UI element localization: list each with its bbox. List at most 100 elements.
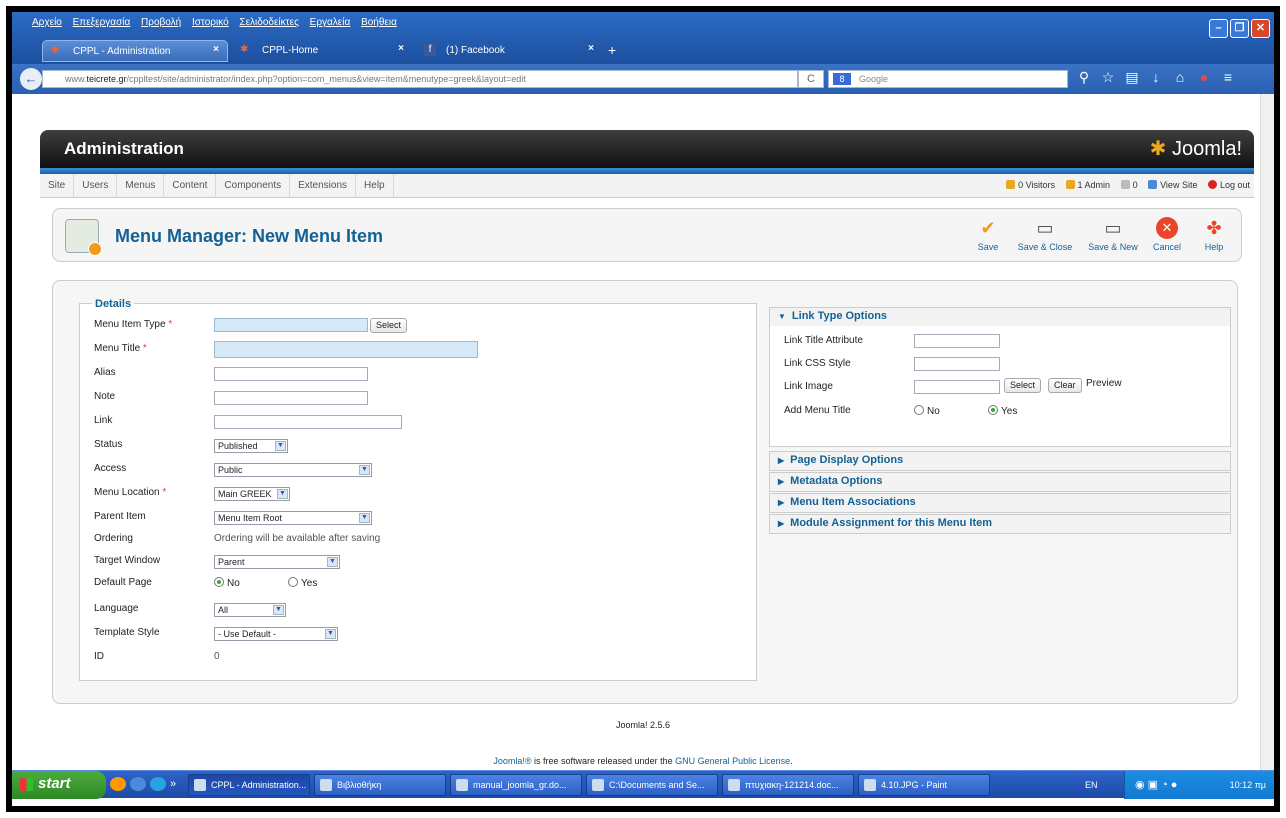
nav-menus[interactable]: Menus (117, 174, 165, 198)
messages-status[interactable]: 0 (1120, 180, 1138, 190)
help-button[interactable]: ✤ Help (1199, 217, 1229, 257)
menu-location-select[interactable]: Main GREEK ▼ (214, 487, 290, 501)
metadata-panel[interactable]: ▶ Metadata Options (769, 472, 1231, 492)
save-button[interactable]: ✔ Save (973, 217, 1003, 257)
search-icon[interactable]: ⚲ (1072, 69, 1096, 86)
tab-close-icon[interactable]: × (213, 44, 219, 55)
view-site-link[interactable]: View Site (1148, 180, 1197, 190)
add-menu-title-no-radio[interactable]: No (914, 405, 940, 417)
ie-icon[interactable] (130, 777, 146, 791)
link-css-style-field[interactable] (914, 357, 1000, 371)
google-icon: 8 (833, 73, 851, 85)
download-icon[interactable]: ↓ (1144, 69, 1168, 85)
taskbar-item-thesis[interactable]: πτυχιακη-121214.doc... (722, 774, 854, 796)
language-indicator[interactable]: EN (1085, 780, 1098, 790)
skype-icon[interactable] (150, 777, 166, 791)
url-field[interactable]: www.teicrete.gr/cppltest/site/administra… (42, 70, 798, 88)
save-new-button[interactable]: ▭ Save & New (1085, 217, 1141, 257)
home-icon[interactable]: ⌂ (1168, 69, 1192, 85)
module-assignment-panel[interactable]: ▶ Module Assignment for this Menu Item (769, 514, 1231, 534)
menu-item-type-select-button[interactable]: Select (370, 318, 408, 333)
taskbar-item-cppl[interactable]: CPPL - Administration... (188, 774, 310, 796)
new-tab-button[interactable]: + (602, 40, 626, 62)
facebook-icon: f (424, 44, 436, 56)
save-disk-icon: ▭ (1036, 218, 1054, 238)
link-title-attribute-field[interactable] (914, 334, 1000, 348)
language-select[interactable]: All ▼ (214, 603, 286, 617)
nav-users[interactable]: Users (74, 174, 118, 198)
menu-file[interactable]: Αρχείο (32, 17, 62, 28)
link-type-header[interactable]: ▼ Link Type Options (770, 308, 1230, 326)
status-select[interactable]: Published ▼ (214, 439, 288, 453)
adblock-icon[interactable]: ● (1192, 69, 1216, 85)
menu-help[interactable]: Βοήθεια (361, 17, 397, 28)
nav-components[interactable]: Components (216, 174, 291, 198)
link-image-select-button[interactable]: Select (1004, 378, 1042, 393)
minimize-icon[interactable]: – (1209, 19, 1228, 38)
link-field[interactable] (214, 415, 402, 429)
add-menu-title-yes-radio[interactable]: Yes (988, 405, 1017, 417)
note-field[interactable] (214, 391, 368, 405)
menu-history[interactable]: Ιστορικό (192, 17, 229, 28)
gpl-link[interactable]: GNU General Public License (675, 756, 790, 766)
taskbar-item-documents[interactable]: C:\Documents and Se... (586, 774, 718, 796)
link-title-attribute-label: Link Title Attribute (784, 335, 863, 346)
associations-panel[interactable]: ▶ Menu Item Associations (769, 493, 1231, 513)
default-page-no-radio[interactable]: No (214, 577, 240, 589)
menu-icon[interactable]: ≡ (1216, 69, 1240, 85)
parent-item-select[interactable]: Menu Item Root ▼ (214, 511, 372, 525)
taskbar-item-library[interactable]: Βιβλιοθήκη (314, 774, 446, 796)
menu-tools[interactable]: Εργαλεία (310, 17, 351, 28)
nav-extensions[interactable]: Extensions (290, 174, 357, 198)
menu-bookmarks[interactable]: Σελιδοδείκτες (239, 17, 298, 28)
menu-edit[interactable]: Επεξεργασία (73, 17, 131, 28)
default-page-yes-radio[interactable]: Yes (288, 577, 317, 589)
save-close-button[interactable]: ▭ Save & Close (1015, 217, 1075, 257)
admin-status: 0 Visitors 1 Admin 0 View Site Log out (998, 180, 1250, 190)
restore-icon[interactable]: ❐ (1230, 19, 1249, 38)
tab-label: (1) Facebook (446, 45, 505, 56)
bookmarks-icon[interactable]: ▤ (1120, 69, 1144, 86)
cancel-button[interactable]: ✕ Cancel (1149, 217, 1185, 257)
taskbar-item-manual[interactable]: manual_joomla_gr.do... (450, 774, 582, 796)
tab-facebook[interactable]: f (1) Facebook × (416, 40, 602, 62)
row-status: Status Published ▼ (94, 436, 744, 456)
browser-toolbar-icons: ⚲ ☆ ▤ ↓ ⌂ ● ≡ (1072, 69, 1240, 86)
alias-field[interactable] (214, 367, 368, 381)
clock[interactable]: 10:12 πμ (1230, 780, 1266, 790)
start-button[interactable]: start (12, 771, 106, 799)
tab-close-icon[interactable]: × (398, 43, 404, 54)
logout-link[interactable]: Log out (1207, 180, 1250, 190)
access-select[interactable]: Public ▼ (214, 463, 372, 477)
menu-item-type-field[interactable] (214, 318, 368, 332)
template-style-select[interactable]: - Use Default - ▼ (214, 627, 338, 641)
menu-title-field[interactable] (214, 341, 478, 358)
vertical-scrollbar[interactable] (1260, 94, 1274, 770)
link-image-preview: Preview (1086, 378, 1122, 389)
firefox-icon[interactable] (110, 777, 126, 791)
joomla-link[interactable]: Joomla!® (493, 756, 531, 766)
tray-icons[interactable]: ◉ ▣ ◔ ● (1135, 778, 1177, 791)
link-image-field[interactable] (914, 380, 1000, 394)
cancel-label: Cancel (1152, 242, 1181, 252)
nav-content[interactable]: Content (164, 174, 217, 198)
page-display-panel[interactable]: ▶ Page Display Options (769, 451, 1231, 471)
reload-button[interactable]: C (798, 70, 824, 88)
save-new-icon: ▭ (1104, 218, 1122, 238)
taskbar-item-paint[interactable]: 4.10.JPG - Paint (858, 774, 990, 796)
page-viewport: Administration ✱ Joomla! Site Users Menus C… (12, 94, 1274, 770)
tab-cppl-administration[interactable]: ✱ CPPL - Administration × (42, 40, 228, 62)
back-button[interactable]: ← (20, 68, 42, 90)
search-input[interactable]: 8 Google (828, 70, 1068, 88)
nav-help[interactable]: Help (356, 174, 394, 198)
link-image-clear-button[interactable]: Clear (1048, 378, 1082, 393)
nav-site[interactable]: Site (40, 174, 75, 198)
menu-location-label: Menu Location * (94, 487, 167, 498)
tab-close-icon[interactable]: × (588, 43, 594, 54)
close-icon[interactable]: ✕ (1251, 19, 1270, 38)
target-window-select[interactable]: Parent ▼ (214, 555, 340, 569)
menu-view[interactable]: Προβολή (141, 17, 181, 28)
tab-cppl-home[interactable]: ✱ CPPL-Home × (232, 40, 412, 62)
menu-title-label: Menu Title * (94, 343, 147, 354)
star-icon[interactable]: ☆ (1096, 69, 1120, 86)
